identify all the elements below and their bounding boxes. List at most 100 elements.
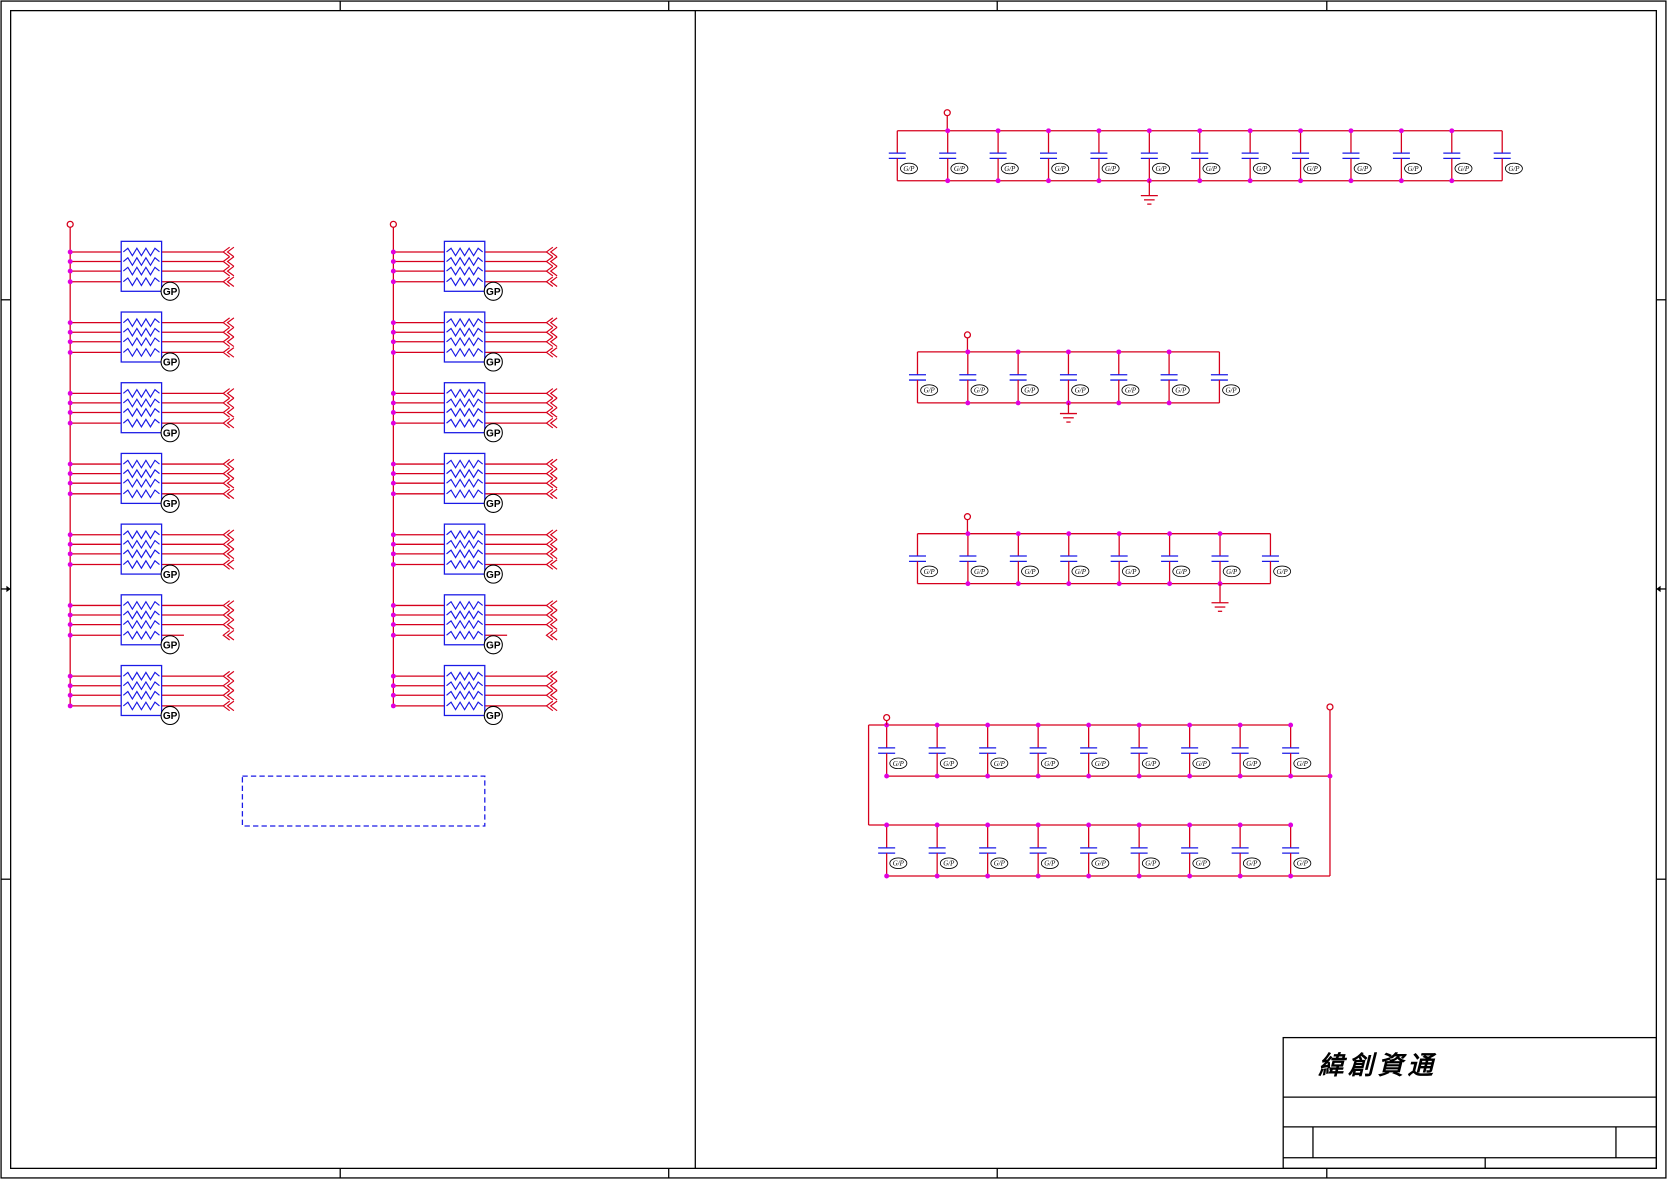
gp-tag-label: G/P (1155, 166, 1167, 173)
junction-dot (1015, 349, 1021, 355)
gp-tag-label: G/P (1458, 166, 1470, 173)
junction-dot (1398, 128, 1404, 134)
junction-dot (1166, 400, 1172, 406)
ground-symbol (1211, 583, 1229, 612)
resistor-zigzag (122, 347, 160, 358)
off-page-connector (222, 265, 235, 277)
capacitor-bank: G/P G/P G/P G/P G/P G/P G/P (908, 331, 1241, 423)
gp-badge-label: GP (486, 570, 501, 581)
gp-tag-label: G/P (1175, 388, 1187, 395)
off-page-connector (222, 246, 235, 258)
resistor-pack: GP (390, 382, 558, 443)
off-page-connector (545, 256, 558, 267)
resistor-zigzag (446, 529, 484, 540)
junction-dot (965, 400, 971, 406)
gp-badge-label: GP (163, 499, 178, 510)
gp-badge-label: GP (163, 570, 178, 581)
junction-dot (1298, 128, 1304, 134)
connector-chevron (545, 246, 554, 258)
power-port-circle (963, 513, 972, 521)
off-page-connector (222, 548, 235, 560)
off-page-connector (222, 336, 235, 348)
junction-dot (1136, 773, 1142, 779)
gp-tag-label: G/P (1297, 761, 1309, 768)
junction-dot (390, 541, 396, 547)
gp-badge-label: GP (163, 641, 178, 652)
junction-dot (390, 532, 396, 538)
junction-dot (1187, 873, 1193, 879)
resistor-zigzag (122, 539, 160, 550)
connector-chevron (545, 690, 554, 701)
junction-dot (1237, 722, 1243, 728)
resistor-pack: GP (390, 452, 558, 513)
resistor-zigzag (122, 398, 160, 408)
resistor-zigzag (446, 459, 484, 469)
resistor-zigzag (122, 680, 160, 691)
capacitor: G/P (1443, 130, 1473, 181)
off-page-connector (545, 468, 558, 479)
resistor-zigzag (446, 336, 484, 347)
junction-dot (965, 349, 971, 355)
junction-dot (1247, 178, 1253, 184)
connector-chevron (222, 700, 230, 712)
off-page-connector (222, 529, 235, 541)
junction-dot (1288, 773, 1294, 779)
resistor-pack: GP (390, 664, 558, 726)
gp-tag-label: G/P (1357, 166, 1369, 173)
off-page-connector (545, 397, 558, 409)
junction-dot (67, 320, 73, 326)
junction-dot (1237, 822, 1243, 828)
resistor-zigzag (446, 247, 484, 257)
off-page-connector (545, 265, 558, 277)
resistor-pack: GP (67, 594, 235, 655)
gp-badge-label: GP (163, 287, 178, 298)
junction-dot (995, 178, 1001, 184)
connector-chevron (545, 609, 554, 621)
gp-tag-label: G/P (1044, 761, 1056, 768)
resistor-pack: GP (67, 382, 235, 443)
junction-dot (995, 128, 1001, 134)
junction-dot (67, 622, 73, 628)
connector-chevron (222, 347, 230, 358)
resistor-zigzag (122, 671, 160, 681)
resistor-zigzag (122, 388, 160, 399)
resistor-zigzag (122, 317, 160, 328)
connector-chevron (222, 619, 230, 630)
junction-dot (934, 873, 940, 879)
resistor-zigzag (446, 488, 484, 499)
capacitor-bank: G/P G/P G/P G/P G/P G/P G/P G/P (908, 513, 1292, 612)
connector-chevron (222, 690, 230, 701)
off-page-connector (545, 336, 558, 348)
connector-chevron (222, 276, 230, 287)
power-port-circle (389, 220, 397, 228)
junction-dot (1288, 873, 1294, 879)
capacitor: G/P (1282, 725, 1312, 777)
resistor-pack-column: GP GP GP GP GP GP GP (66, 220, 235, 726)
capacitor: G/P (1231, 725, 1261, 777)
junction-dot (1015, 400, 1021, 406)
capacitor: G/P (1029, 824, 1059, 877)
junction-dot (1327, 773, 1333, 779)
junction-dot (884, 773, 890, 779)
capacitor: G/P (1140, 130, 1170, 181)
off-page-connector (545, 700, 558, 712)
gp-tag-label: G/P (1246, 861, 1258, 868)
junction-dot (67, 329, 73, 335)
capacitor: G/P (908, 533, 939, 584)
junction-dot (390, 339, 396, 345)
off-page-connector (222, 397, 235, 409)
resistor-zigzag (446, 630, 484, 641)
gp-tag-label: G/P (954, 166, 966, 173)
junction-dot (390, 471, 396, 477)
power-port-circle (963, 331, 972, 339)
off-page-connector (222, 629, 235, 641)
junction-dot (1247, 128, 1253, 134)
junction-dot (67, 279, 73, 285)
gp-tag-label: G/P (1508, 166, 1520, 173)
off-page-connector (545, 246, 558, 258)
gp-tag-label: G/P (1055, 166, 1067, 173)
junction-dot (390, 622, 396, 628)
junction-dot (390, 692, 396, 698)
resistor-pack: GP (390, 523, 558, 584)
gp-tag-label: G/P (1125, 569, 1137, 576)
